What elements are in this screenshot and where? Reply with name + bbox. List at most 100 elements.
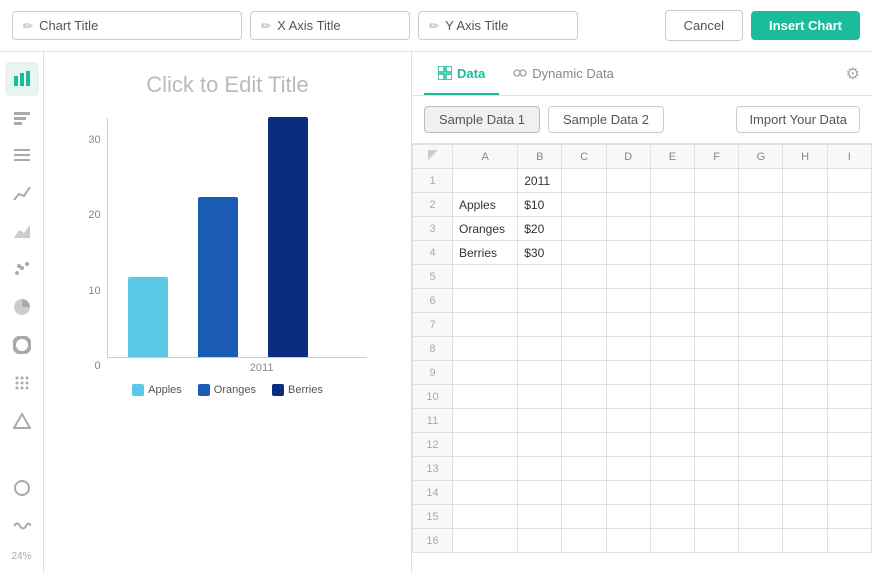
grid-cell-11-D[interactable] — [606, 409, 650, 433]
grid-cell-8-E[interactable] — [650, 337, 694, 361]
grid-cell-1-C[interactable] — [562, 169, 606, 193]
grid-cell-1-A[interactable] — [453, 169, 518, 193]
grid-cell-14-F[interactable] — [695, 481, 739, 505]
grid-cell-15-E[interactable] — [650, 505, 694, 529]
grid-cell-14-I[interactable] — [827, 481, 871, 505]
grid-cell-6-I[interactable] — [827, 289, 871, 313]
grid-cell-3-B[interactable]: $20 — [518, 217, 562, 241]
grid-cell-14-B[interactable] — [518, 481, 562, 505]
grid-cell-11-E[interactable] — [650, 409, 694, 433]
grid-cell-13-D[interactable] — [606, 457, 650, 481]
grid-cell-9-C[interactable] — [562, 361, 606, 385]
grid-cell-7-G[interactable] — [739, 313, 783, 337]
grid-cell-9-A[interactable] — [453, 361, 518, 385]
grid-cell-6-F[interactable] — [695, 289, 739, 313]
grid-cell-8-I[interactable] — [827, 337, 871, 361]
grid-cell-1-E[interactable] — [650, 169, 694, 193]
grid-cell-15-F[interactable] — [695, 505, 739, 529]
grid-cell-13-A[interactable] — [453, 457, 518, 481]
grid-cell-4-I[interactable] — [827, 241, 871, 265]
grid-cell-6-B[interactable] — [518, 289, 562, 313]
grid-cell-10-G[interactable] — [739, 385, 783, 409]
sidebar-icon-pie[interactable] — [5, 290, 39, 324]
grid-cell-9-G[interactable] — [739, 361, 783, 385]
sample-data-2-button[interactable]: Sample Data 2 — [548, 106, 664, 133]
grid-cell-12-G[interactable] — [739, 433, 783, 457]
grid-cell-15-C[interactable] — [562, 505, 606, 529]
grid-cell-9-D[interactable] — [606, 361, 650, 385]
grid-cell-4-H[interactable] — [783, 241, 827, 265]
grid-cell-2-F[interactable] — [695, 193, 739, 217]
grid-cell-12-A[interactable] — [453, 433, 518, 457]
grid-cell-16-E[interactable] — [650, 529, 694, 553]
grid-cell-1-I[interactable] — [827, 169, 871, 193]
grid-cell-16-C[interactable] — [562, 529, 606, 553]
grid-cell-7-A[interactable] — [453, 313, 518, 337]
grid-cell-13-C[interactable] — [562, 457, 606, 481]
tab-dynamic-data[interactable]: Dynamic Data — [499, 54, 628, 95]
grid-cell-15-B[interactable] — [518, 505, 562, 529]
grid-cell-11-F[interactable] — [695, 409, 739, 433]
insert-chart-button[interactable]: Insert Chart — [751, 11, 860, 40]
grid-cell-5-B[interactable] — [518, 265, 562, 289]
grid-cell-11-C[interactable] — [562, 409, 606, 433]
grid-cell-3-G[interactable] — [739, 217, 783, 241]
grid-cell-9-H[interactable] — [783, 361, 827, 385]
grid-cell-15-I[interactable] — [827, 505, 871, 529]
settings-icon[interactable]: ⚙ — [846, 64, 860, 84]
grid-cell-10-C[interactable] — [562, 385, 606, 409]
grid-cell-7-F[interactable] — [695, 313, 739, 337]
grid-cell-10-D[interactable] — [606, 385, 650, 409]
grid-cell-16-A[interactable] — [453, 529, 518, 553]
grid-cell-3-D[interactable] — [606, 217, 650, 241]
grid-cell-8-F[interactable] — [695, 337, 739, 361]
grid-cell-3-H[interactable] — [783, 217, 827, 241]
bar-group-berries[interactable] — [268, 117, 308, 357]
grid-cell-14-G[interactable] — [739, 481, 783, 505]
grid-cell-14-D[interactable] — [606, 481, 650, 505]
grid-cell-4-B[interactable]: $30 — [518, 241, 562, 265]
grid-cell-1-H[interactable] — [783, 169, 827, 193]
grid-cell-10-H[interactable] — [783, 385, 827, 409]
grid-cell-7-D[interactable] — [606, 313, 650, 337]
grid-cell-1-F[interactable] — [695, 169, 739, 193]
grid-cell-7-E[interactable] — [650, 313, 694, 337]
grid-cell-9-F[interactable] — [695, 361, 739, 385]
grid-cell-10-F[interactable] — [695, 385, 739, 409]
grid-cell-2-H[interactable] — [783, 193, 827, 217]
cancel-button[interactable]: Cancel — [665, 10, 743, 41]
grid-cell-16-H[interactable] — [783, 529, 827, 553]
grid-cell-14-H[interactable] — [783, 481, 827, 505]
grid-cell-15-D[interactable] — [606, 505, 650, 529]
grid-cell-1-B[interactable]: 2011 — [518, 169, 562, 193]
grid-cell-2-C[interactable] — [562, 193, 606, 217]
chart-title-input[interactable]: ✏ Chart Title — [12, 11, 242, 40]
grid-cell-15-H[interactable] — [783, 505, 827, 529]
grid-cell-10-I[interactable] — [827, 385, 871, 409]
sidebar-icon-dot-grid[interactable] — [5, 366, 39, 400]
grid-cell-15-G[interactable] — [739, 505, 783, 529]
grid-cell-16-D[interactable] — [606, 529, 650, 553]
grid-cell-4-A[interactable]: Berries — [453, 241, 518, 265]
grid-cell-2-G[interactable] — [739, 193, 783, 217]
sidebar-icon-circle[interactable] — [5, 471, 39, 505]
grid-cell-15-A[interactable] — [453, 505, 518, 529]
grid-cell-8-H[interactable] — [783, 337, 827, 361]
grid-cell-2-E[interactable] — [650, 193, 694, 217]
grid-cell-6-C[interactable] — [562, 289, 606, 313]
grid-cell-16-I[interactable] — [827, 529, 871, 553]
sidebar-icon-donut[interactable] — [5, 328, 39, 362]
grid-cell-12-C[interactable] — [562, 433, 606, 457]
grid-cell-6-D[interactable] — [606, 289, 650, 313]
grid-cell-7-I[interactable] — [827, 313, 871, 337]
grid-cell-5-E[interactable] — [650, 265, 694, 289]
grid-cell-13-H[interactable] — [783, 457, 827, 481]
sidebar-icon-list[interactable] — [5, 138, 39, 172]
sidebar-icon-column[interactable] — [5, 100, 39, 134]
grid-cell-9-B[interactable] — [518, 361, 562, 385]
grid-cell-4-C[interactable] — [562, 241, 606, 265]
grid-cell-5-I[interactable] — [827, 265, 871, 289]
grid-cell-13-I[interactable] — [827, 457, 871, 481]
chart-title-display[interactable]: Click to Edit Title — [146, 72, 309, 98]
grid-cell-5-H[interactable] — [783, 265, 827, 289]
